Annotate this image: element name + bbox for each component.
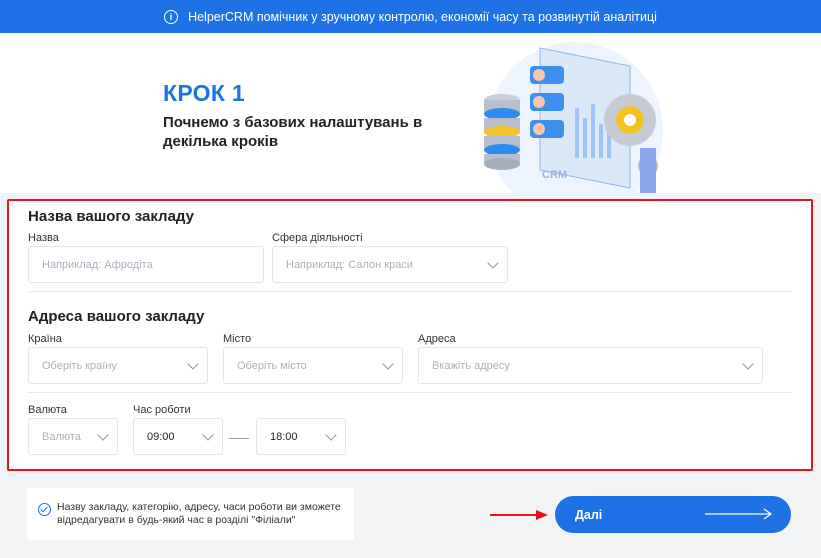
country-select[interactable]: Оберіть країну	[28, 347, 208, 384]
country-select-value: Оберіть країну	[42, 359, 117, 372]
hours-to-select[interactable]: 18:00	[256, 418, 346, 455]
crm-illustration: CRM	[484, 42, 663, 193]
section-divider	[28, 392, 792, 393]
settings-form	[7, 199, 813, 471]
city-select-value: Оберіть місто	[237, 359, 307, 372]
chevron-down-icon	[187, 357, 199, 370]
chevron-down-icon	[325, 428, 337, 441]
country-label: Країна	[28, 333, 62, 345]
address-input[interactable]: Вкажіть адресу	[418, 347, 763, 384]
chevron-down-icon	[487, 256, 499, 269]
info-icon: i	[164, 9, 179, 24]
edit-later-note: Назву закладу, категорію, адресу, часи р…	[27, 488, 354, 540]
red-arrow-icon	[490, 510, 548, 520]
section-divider	[28, 291, 792, 292]
hours-from-value: 09:00	[147, 430, 175, 443]
address-input-value: Вкажіть адресу	[432, 359, 510, 372]
step-title: КРОК 1	[163, 80, 245, 106]
address-label: Адреса	[418, 333, 456, 345]
section-title-name: Назва вашого закладу	[28, 208, 194, 225]
currency-select[interactable]: Валюта	[28, 418, 118, 455]
chevron-down-icon	[97, 428, 109, 441]
city-select[interactable]: Оберіть місто	[223, 347, 403, 384]
currency-select-value: Валюта	[42, 430, 81, 443]
top-info-banner: i HelperCRM помічник у зручному контролю…	[0, 0, 821, 33]
city-label: Місто	[223, 333, 252, 345]
chevron-down-icon	[202, 428, 214, 441]
name-input[interactable]: Наприклад: Афродіта	[28, 246, 264, 283]
name-label: Назва	[28, 232, 59, 244]
sphere-label: Сфера діяльності	[272, 232, 363, 244]
next-button-label: Далі	[575, 507, 603, 522]
sphere-select[interactable]: Наприклад: Салон краси	[272, 246, 508, 283]
hours-label: Час роботи	[133, 404, 191, 416]
arrow-right-icon	[705, 508, 773, 520]
crm-badge: CRM	[542, 169, 567, 181]
hours-separator	[229, 438, 249, 439]
database-icon	[484, 94, 520, 170]
hours-from-select[interactable]: 09:00	[133, 418, 223, 455]
chevron-down-icon	[382, 357, 394, 370]
hours-to-value: 18:00	[270, 430, 298, 443]
chevron-down-icon	[742, 357, 754, 370]
check-circle-icon	[38, 503, 51, 516]
gear-icon	[604, 94, 656, 146]
currency-label: Валюта	[28, 404, 67, 416]
note-text: Назву закладу, категорію, адресу, часи р…	[57, 501, 341, 526]
banner-text: HelperCRM помічник у зручному контролю, …	[188, 9, 657, 24]
sphere-select-value: Наприклад: Салон краси	[286, 258, 413, 271]
next-button[interactable]: Далі	[555, 496, 791, 533]
section-title-address: Адреса вашого закладу	[28, 308, 205, 325]
step-subtitle: Почнемо з базових налаштувань в декілька…	[163, 114, 423, 150]
